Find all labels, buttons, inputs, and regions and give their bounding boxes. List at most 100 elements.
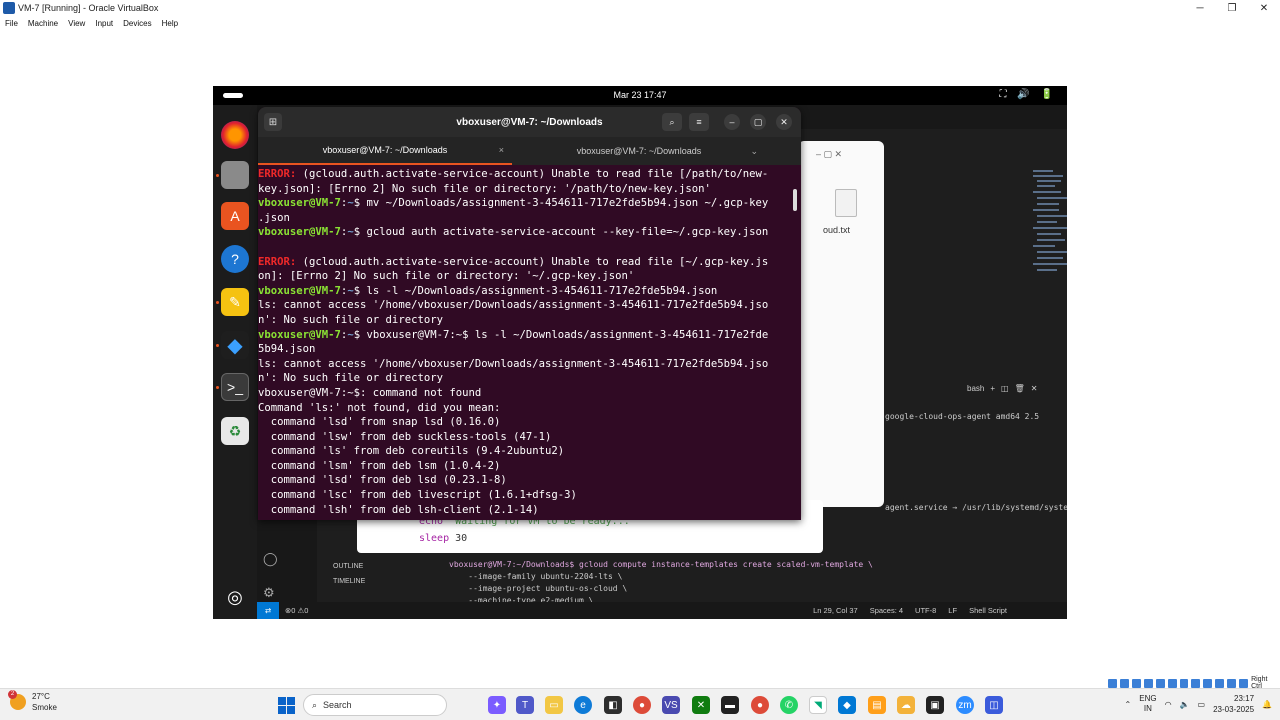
terminal-segment: Command 'ls:' not found, did you mean: bbox=[258, 401, 501, 414]
firefox-icon[interactable] bbox=[221, 121, 249, 149]
vscode-taskbar-icon[interactable]: ◆ bbox=[838, 696, 856, 714]
timeline-section[interactable]: TIMELINE bbox=[333, 578, 365, 585]
status-icon[interactable] bbox=[1239, 678, 1249, 688]
line-ending[interactable]: LF bbox=[948, 606, 957, 615]
language-indicator[interactable]: ENG IN bbox=[1139, 694, 1156, 714]
menu-file[interactable]: File bbox=[5, 19, 18, 28]
trash-icon[interactable]: ♻ bbox=[221, 417, 249, 445]
window-app-icon[interactable]: ◫ bbox=[985, 696, 1003, 714]
minimize-icon[interactable]: – bbox=[724, 114, 740, 130]
gnome-clock[interactable]: Mar 23 17:47 bbox=[213, 90, 1067, 100]
status-icon[interactable] bbox=[1227, 678, 1237, 688]
edge-icon[interactable]: e bbox=[574, 696, 592, 714]
menu-help[interactable]: Help bbox=[162, 19, 178, 28]
restore-button[interactable]: ❐ bbox=[1216, 0, 1248, 16]
close-icon[interactable]: ✕ bbox=[776, 114, 792, 130]
virtualbox-taskbar-icon[interactable]: ▤ bbox=[868, 696, 886, 714]
system-tray-icons[interactable]: ⛶ 🔊 🔋 bbox=[1000, 89, 1057, 100]
status-icon[interactable] bbox=[1191, 678, 1201, 688]
chrome-icon[interactable]: ● bbox=[633, 696, 651, 714]
vscode-icon[interactable]: ◆ bbox=[221, 331, 249, 359]
add-terminal-icon[interactable]: + bbox=[990, 384, 995, 393]
minimize-button[interactable]: ─ bbox=[1184, 0, 1216, 16]
split-terminal-icon[interactable]: ◫ bbox=[1001, 384, 1009, 393]
tab-close-icon[interactable]: × bbox=[499, 145, 504, 155]
terminal-icon[interactable]: >_ bbox=[221, 373, 249, 401]
terminal-segment: vboxuser@VM-7 bbox=[258, 284, 341, 297]
hamburger-menu-icon[interactable]: ≡ bbox=[689, 113, 709, 131]
search-icon[interactable]: ⌕ bbox=[662, 113, 682, 131]
file-explorer-icon[interactable]: ▭ bbox=[545, 696, 563, 714]
outline-section[interactable]: OUTLINE bbox=[333, 563, 363, 570]
close-button[interactable]: ✕ bbox=[1248, 0, 1280, 16]
whatsapp-icon[interactable]: ✆ bbox=[780, 696, 798, 714]
copilot-icon[interactable]: ✦ bbox=[488, 696, 506, 714]
lang-region: IN bbox=[1143, 704, 1152, 713]
status-icon[interactable] bbox=[1179, 678, 1189, 688]
files-icon[interactable] bbox=[221, 161, 249, 189]
teams-icon[interactable]: T bbox=[516, 696, 534, 714]
windows-taskbar: 2 27°C Smoke ⌕ Search ✦ T ▭ e ◧ ● VS ✕ ▬… bbox=[0, 688, 1280, 720]
vm-screen[interactable]: Mar 23 17:47 ⛶ 🔊 🔋 A ? ✎ ◆ >_ ♻ ◎ ◯ ⚙ ba… bbox=[213, 86, 1067, 619]
terminal-tab[interactable]: vboxuser@VM-7: ~/Downloads × bbox=[258, 137, 512, 165]
start-button[interactable] bbox=[278, 697, 295, 714]
maximize-icon[interactable]: ▢ bbox=[750, 114, 766, 130]
vscode-green-icon[interactable]: ◥ bbox=[809, 696, 827, 714]
text-editor-icon[interactable]: ✎ bbox=[221, 288, 249, 316]
battery-icon[interactable]: ▭ bbox=[1198, 700, 1206, 709]
visual-studio-icon[interactable]: VS bbox=[662, 696, 680, 714]
problems-count[interactable]: ⊗0 ⚠0 bbox=[285, 606, 308, 615]
status-icon[interactable] bbox=[1215, 678, 1225, 688]
menu-view[interactable]: View bbox=[68, 19, 85, 28]
remote-icon[interactable]: ⇄ bbox=[257, 602, 279, 619]
file-name[interactable]: oud.txt bbox=[823, 225, 850, 235]
status-icon[interactable] bbox=[1108, 678, 1117, 688]
terminal-scrollbar[interactable] bbox=[793, 189, 797, 211]
virtualbox-icon bbox=[3, 2, 15, 14]
tab-dropdown-icon[interactable]: ⌄ bbox=[750, 146, 758, 157]
show-apps-icon[interactable]: ◎ bbox=[221, 583, 249, 611]
close-panel-icon[interactable]: ✕ bbox=[1031, 384, 1038, 393]
volume-icon[interactable]: 🔈 bbox=[1180, 700, 1190, 709]
gear-icon[interactable]: ⚙ bbox=[263, 585, 275, 601]
taskbar-clock[interactable]: 23:17 23-03-2025 bbox=[1213, 693, 1254, 715]
indentation[interactable]: Spaces: 4 bbox=[870, 606, 903, 615]
account-icon[interactable]: ◯ bbox=[263, 551, 278, 567]
weather-widget[interactable]: 2 27°C Smoke bbox=[8, 690, 57, 713]
cloud-icon[interactable]: ☁ bbox=[897, 696, 915, 714]
terminal-tabs: vboxuser@VM-7: ~/Downloads × vboxuser@VM… bbox=[258, 137, 801, 165]
chrome-profile-icon[interactable]: ● bbox=[751, 696, 769, 714]
cursor-position[interactable]: Ln 29, Col 37 bbox=[813, 606, 858, 615]
terminal-taskbar-icon[interactable]: ▣ bbox=[926, 696, 944, 714]
terminal-output[interactable]: ERROR: (gcloud.auth.activate-service-acc… bbox=[258, 165, 801, 520]
status-icon[interactable] bbox=[1155, 678, 1165, 688]
language-mode[interactable]: Shell Script bbox=[969, 606, 1007, 615]
trash-terminal-icon[interactable]: 🗑 bbox=[1015, 384, 1025, 393]
menu-devices[interactable]: Devices bbox=[123, 19, 151, 28]
status-icon[interactable] bbox=[1203, 678, 1213, 688]
menu-input[interactable]: Input bbox=[95, 19, 113, 28]
app-center-icon[interactable]: A bbox=[221, 202, 249, 230]
status-icon[interactable] bbox=[1119, 678, 1129, 688]
zoom-icon[interactable]: zm bbox=[956, 696, 974, 714]
files-window-controls[interactable]: – ▢ ✕ bbox=[816, 149, 842, 160]
status-icon[interactable] bbox=[1167, 678, 1177, 688]
text-file-icon[interactable] bbox=[835, 189, 857, 217]
chevron-up-icon[interactable]: ⌃ bbox=[1125, 700, 1132, 709]
terminal-segment: .json bbox=[258, 211, 290, 224]
notifications-icon[interactable]: 🔔 bbox=[1262, 700, 1272, 709]
terminal-window[interactable]: ⊞ vboxuser@VM-7: ~/Downloads ⌕ ≡ – ▢ ✕ v… bbox=[258, 107, 801, 520]
status-icon[interactable] bbox=[1143, 678, 1153, 688]
status-icon[interactable] bbox=[1131, 678, 1141, 688]
menu-machine[interactable]: Machine bbox=[28, 19, 58, 28]
terminal-tab[interactable]: vboxuser@VM-7: ~/Downloads ⌄ bbox=[512, 137, 766, 165]
taskbar-search[interactable]: ⌕ Search bbox=[303, 694, 447, 716]
files-window[interactable]: – ▢ ✕ oud.txt bbox=[798, 141, 884, 507]
help-icon[interactable]: ? bbox=[221, 245, 249, 273]
store-icon[interactable]: ◧ bbox=[604, 696, 622, 714]
wifi-icon[interactable]: ◠ bbox=[1165, 700, 1172, 709]
encoding[interactable]: UTF-8 bbox=[915, 606, 936, 615]
media-icon[interactable]: ▬ bbox=[721, 696, 739, 714]
xbox-icon[interactable]: ✕ bbox=[692, 696, 710, 714]
bash-terminal-tab[interactable]: bash bbox=[967, 384, 984, 393]
